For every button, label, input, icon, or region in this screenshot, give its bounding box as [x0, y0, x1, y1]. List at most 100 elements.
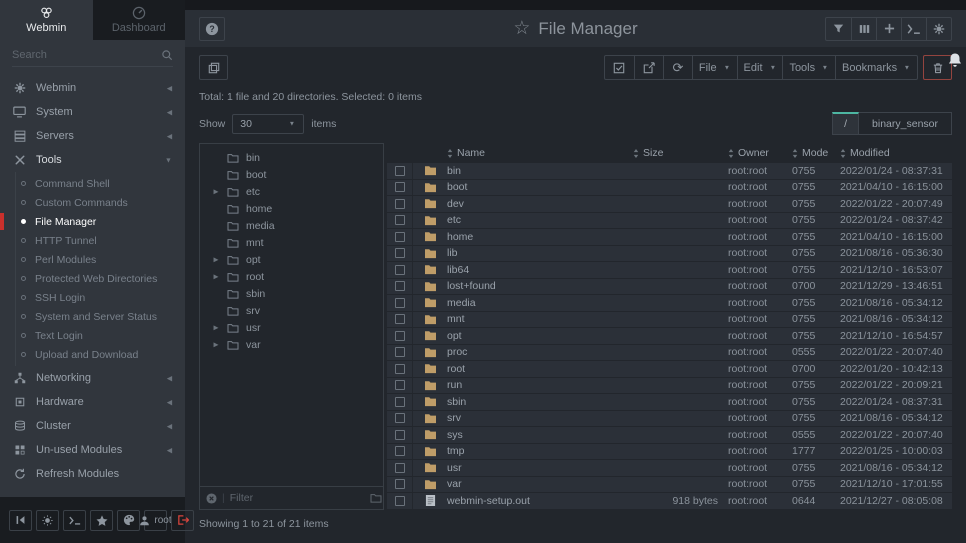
- file-row-usr[interactable]: usrroot:root07552021/08/16 - 05:34:12: [387, 460, 952, 477]
- tree-item-mnt[interactable]: mnt: [200, 234, 383, 251]
- tree-item-bin[interactable]: bin: [200, 149, 383, 166]
- tree-item-etc[interactable]: ▶etc: [200, 183, 383, 200]
- user-account-button[interactable]: root: [144, 510, 167, 531]
- sidebar-item-hardware[interactable]: Hardware◀: [0, 390, 185, 414]
- sidebar-item-custom-commands[interactable]: Custom Commands: [16, 193, 185, 212]
- file-row-boot[interactable]: bootroot:root07552021/04/10 - 16:15:00: [387, 180, 952, 197]
- sidebar-item-webmin[interactable]: Webmin◀: [0, 76, 185, 100]
- file-row-root[interactable]: rootroot:root07002022/01/20 - 10:42:13: [387, 361, 952, 378]
- menu-bookmarks[interactable]: Bookmarks▼: [835, 56, 917, 79]
- row-checkbox[interactable]: [395, 331, 405, 341]
- row-checkbox[interactable]: [395, 479, 405, 489]
- sidebar-item-text-login[interactable]: Text Login: [16, 326, 185, 345]
- sidebar-item-system-and-server-status[interactable]: System and Server Status: [16, 307, 185, 326]
- file-row-home[interactable]: homeroot:root07552021/04/10 - 16:15:00: [387, 229, 952, 246]
- row-checkbox[interactable]: [395, 298, 405, 308]
- row-checkbox[interactable]: [395, 347, 405, 357]
- breadcrumb-item[interactable]: binary_sensor: [859, 112, 952, 135]
- file-row-media[interactable]: mediaroot:root07552021/08/16 - 05:34:12: [387, 295, 952, 312]
- menu-file[interactable]: File▼: [692, 56, 737, 79]
- tree-item-usr[interactable]: ▶usr: [200, 319, 383, 336]
- menu-edit[interactable]: Edit▼: [737, 56, 783, 79]
- tree-item-sbin[interactable]: sbin: [200, 285, 383, 302]
- tab-dashboard[interactable]: Dashboard: [93, 0, 186, 40]
- filter-button[interactable]: [826, 18, 851, 40]
- row-checkbox[interactable]: [395, 380, 405, 390]
- expander-icon[interactable]: ▶: [213, 188, 219, 195]
- page-size-select[interactable]: 30 ▼: [232, 114, 304, 134]
- tree-filter-input[interactable]: [230, 492, 365, 504]
- row-checkbox[interactable]: [395, 215, 405, 225]
- row-checkbox[interactable]: [395, 446, 405, 456]
- menu-tools[interactable]: Tools▼: [782, 56, 835, 79]
- terminal-button[interactable]: [901, 18, 926, 40]
- column-header-name[interactable]: Name: [447, 147, 633, 159]
- tree-item-srv[interactable]: srv: [200, 302, 383, 319]
- logout-button[interactable]: [171, 510, 194, 531]
- sidebar-item-perl-modules[interactable]: Perl Modules: [16, 250, 185, 269]
- expander-icon[interactable]: ▶: [213, 324, 219, 331]
- row-checkbox[interactable]: [395, 430, 405, 440]
- file-row-lib[interactable]: libroot:root07552021/08/16 - 05:36:30: [387, 246, 952, 263]
- row-checkbox[interactable]: [395, 199, 405, 209]
- sidebar-item-tools[interactable]: Tools▼: [0, 148, 185, 172]
- file-row-lost+found[interactable]: lost+foundroot:root07002021/12/29 - 13:4…: [387, 279, 952, 296]
- file-row-proc[interactable]: procroot:root05552022/01/22 - 20:07:40: [387, 345, 952, 362]
- tree-item-opt[interactable]: ▶opt: [200, 251, 383, 268]
- row-checkbox[interactable]: [395, 265, 405, 275]
- favorites-button[interactable]: [90, 510, 113, 531]
- column-header-mode[interactable]: Mode: [792, 147, 840, 159]
- sidebar-item-cluster[interactable]: Cluster◀: [0, 414, 185, 438]
- tree-item-media[interactable]: media: [200, 217, 383, 234]
- sidebar-item-file-manager[interactable]: File Manager: [16, 212, 185, 231]
- column-header-owner[interactable]: Owner: [728, 147, 792, 159]
- file-row-run[interactable]: runroot:root07552022/01/22 - 20:09:21: [387, 378, 952, 395]
- theme-brightness-button[interactable]: [36, 510, 59, 531]
- file-row-tmp[interactable]: tmproot:root17772022/01/25 - 10:00:03: [387, 444, 952, 461]
- shell-button[interactable]: [63, 510, 86, 531]
- tree-item-var[interactable]: ▶var: [200, 336, 383, 353]
- settings-button[interactable]: [926, 18, 951, 40]
- sidebar-item-refresh-modules[interactable]: Refresh Modules: [0, 462, 185, 486]
- tab-webmin[interactable]: Webmin: [0, 0, 93, 40]
- refresh-button[interactable]: ⟳: [663, 56, 692, 79]
- sidebar-item-un-used-modules[interactable]: Un-used Modules◀: [0, 438, 185, 462]
- file-row-mnt[interactable]: mntroot:root07552021/08/16 - 05:34:12: [387, 312, 952, 329]
- notifications-bell-icon[interactable]: [947, 52, 963, 68]
- sidebar-item-command-shell[interactable]: Command Shell: [16, 174, 185, 193]
- folder-icon[interactable]: [370, 493, 382, 503]
- breadcrumb-root[interactable]: /: [832, 112, 859, 135]
- expander-icon[interactable]: ▶: [213, 256, 219, 263]
- row-checkbox[interactable]: [395, 496, 405, 506]
- file-row-opt[interactable]: optroot:root07552021/12/10 - 16:54:57: [387, 328, 952, 345]
- file-row-webmin-setup.out[interactable]: webmin-setup.out918 bytesroot:root064420…: [387, 493, 952, 510]
- help-button[interactable]: ?: [199, 17, 225, 41]
- file-row-srv[interactable]: srvroot:root07552021/08/16 - 05:34:12: [387, 411, 952, 428]
- sidebar-item-protected-web-directories[interactable]: Protected Web Directories: [16, 269, 185, 288]
- column-header-size[interactable]: Size: [633, 147, 728, 159]
- sidebar-item-servers[interactable]: Servers◀: [0, 124, 185, 148]
- sidebar-item-ssh-login[interactable]: SSH Login: [16, 288, 185, 307]
- collapse-sidebar-button[interactable]: [9, 510, 32, 531]
- row-checkbox[interactable]: [395, 182, 405, 192]
- row-checkbox[interactable]: [395, 463, 405, 473]
- select-all-button[interactable]: [605, 56, 634, 79]
- file-row-var[interactable]: varroot:root07552021/12/10 - 17:01:55: [387, 477, 952, 494]
- row-checkbox[interactable]: [395, 166, 405, 176]
- sidebar-item-system[interactable]: System◀: [0, 100, 185, 124]
- columns-button[interactable]: [851, 18, 876, 40]
- row-checkbox[interactable]: [395, 281, 405, 291]
- file-row-bin[interactable]: binroot:root07552022/01/24 - 08:37:31: [387, 163, 952, 180]
- file-row-sbin[interactable]: sbinroot:root07552022/01/24 - 08:37:31: [387, 394, 952, 411]
- expander-icon[interactable]: ▶: [213, 341, 219, 348]
- file-row-etc[interactable]: etcroot:root07552022/01/24 - 08:37:42: [387, 213, 952, 230]
- tree-item-root[interactable]: ▶root: [200, 268, 383, 285]
- row-checkbox[interactable]: [395, 397, 405, 407]
- file-row-sys[interactable]: sysroot:root05552022/01/22 - 20:07:40: [387, 427, 952, 444]
- column-header-modified[interactable]: Modified: [840, 147, 952, 159]
- clear-filter-icon[interactable]: [206, 493, 217, 504]
- sidebar-item-networking[interactable]: Networking◀: [0, 366, 185, 390]
- sidebar-item-upload-and-download[interactable]: Upload and Download: [16, 345, 185, 364]
- file-row-lib64[interactable]: lib64root:root07552021/12/10 - 16:53:07: [387, 262, 952, 279]
- sidebar-item-http-tunnel[interactable]: HTTP Tunnel: [16, 231, 185, 250]
